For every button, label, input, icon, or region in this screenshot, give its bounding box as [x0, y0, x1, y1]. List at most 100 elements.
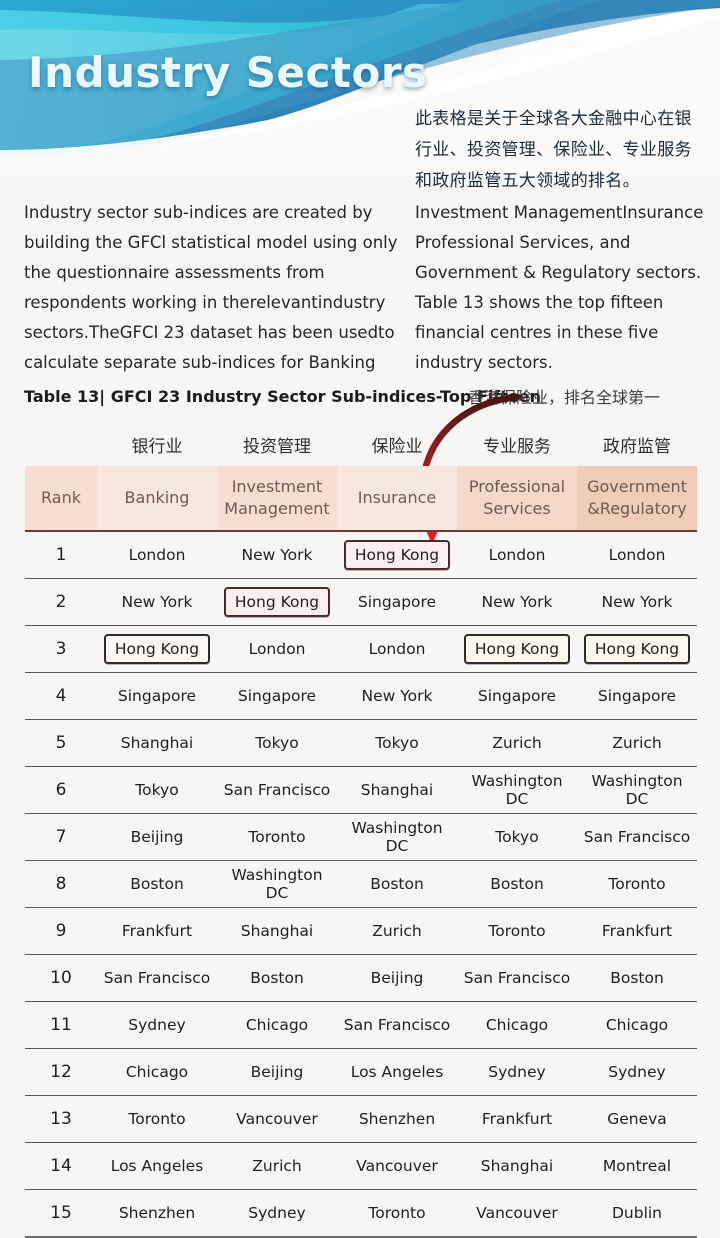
table-row: 2 New York Hong Kong Singapore New York New Y… [25, 578, 697, 626]
cn-header-investment-management: 投资管理 [243, 437, 311, 457]
page-title: Industry Sectors [28, 48, 428, 97]
table-cell: Frankfurt [97, 907, 217, 955]
table-cell: Boston [337, 860, 457, 908]
table-cell: Zurich [577, 719, 697, 767]
table-cell: Washington DC [577, 766, 697, 814]
table-row: 11 Sydney Chicago San Francisco Chicago Chica… [25, 1001, 697, 1049]
table-cell: Vancouver [337, 1142, 457, 1190]
table-cell: Shanghai [457, 1142, 577, 1190]
table-caption: Table 13| GFCI 23 Industry Sector Sub-in… [24, 387, 541, 406]
table-cell: New York [457, 578, 577, 626]
table-cell: New York [97, 578, 217, 626]
table-chinese-header-row: 银行业 投资管理 保险业 专业服务 政府监管 [25, 432, 697, 466]
table-cell: Tokyo [337, 719, 457, 767]
header-banking: Banking [97, 466, 217, 530]
table-cell: Zurich [457, 719, 577, 767]
table-body: 1 London New York Hong Kong London London 2 New… [25, 532, 697, 1238]
table-cell: Frankfurt [457, 1095, 577, 1143]
rank-cell: 14 [25, 1142, 97, 1190]
table-cell: Singapore [337, 578, 457, 626]
table-cell: Shanghai [217, 907, 337, 955]
table-cell: London [97, 532, 217, 579]
table-cell: Toronto [577, 860, 697, 908]
table-cell: Singapore [97, 672, 217, 720]
table-cell: Chicago [97, 1048, 217, 1096]
gfci-table-container: 银行业 投资管理 保险业 专业服务 政府监管 Rank Banking Inve… [25, 432, 697, 1238]
table-cell: Frankfurt [577, 907, 697, 955]
table-cell: Singapore [217, 672, 337, 720]
highlight-box: Hong Kong [343, 540, 451, 570]
table-cell: Beijing [97, 813, 217, 861]
paragraph-right: Investment ManagementInsurance Professio… [415, 203, 704, 372]
rank-cell: 9 [25, 907, 97, 955]
table-cell: San Francisco [337, 1001, 457, 1049]
cn-header-banking: 银行业 [131, 437, 183, 457]
table-cell: Montreal [577, 1142, 697, 1190]
table-cell: Los Angeles [97, 1142, 217, 1190]
table-cell: Sydney [577, 1048, 697, 1096]
table-cell: Shenzhen [97, 1189, 217, 1238]
highlighted-cell: Hong Kong [97, 625, 217, 673]
table-cell: Shanghai [97, 719, 217, 767]
header-investment-management: Investment Management [217, 466, 337, 530]
table-row: 10 San Francisco Boston Beijing San Francisc… [25, 954, 697, 1002]
table-cell: Washington DC [337, 813, 457, 861]
table-cell: Dublin [577, 1189, 697, 1238]
table-row: 4 Singapore Singapore New York Singapore Sing… [25, 672, 697, 720]
rank-cell: 6 [25, 766, 97, 814]
table-cell: London [337, 625, 457, 673]
table-cell: New York [217, 532, 337, 579]
table-cell: Boston [217, 954, 337, 1002]
table-row: 5 Shanghai Tokyo Tokyo Zurich Zurich [25, 719, 697, 767]
annotation-label: 香港保险业，排名全球第一 [468, 388, 661, 407]
rank-cell: 8 [25, 860, 97, 908]
table-cell: Sydney [217, 1189, 337, 1238]
header-insurance: Insurance [337, 466, 457, 530]
table-cell: Toronto [97, 1095, 217, 1143]
gfci-table: 银行业 投资管理 保险业 专业服务 政府监管 Rank Banking Inve… [25, 432, 697, 1238]
table-cell: Beijing [217, 1048, 337, 1096]
table-cell: Toronto [337, 1189, 457, 1238]
highlight-box: Hong Kong [583, 634, 691, 664]
rank-cell: 11 [25, 1001, 97, 1049]
table-cell: Chicago [457, 1001, 577, 1049]
table-cell: Vancouver [457, 1189, 577, 1238]
rank-cell: 5 [25, 719, 97, 767]
table-cell: Singapore [577, 672, 697, 720]
table-cell: Tokyo [217, 719, 337, 767]
highlight-box: Hong Kong [223, 587, 331, 617]
table-cell: Boston [577, 954, 697, 1002]
cn-header-insurance: 保险业 [371, 437, 423, 457]
rank-cell: 7 [25, 813, 97, 861]
chinese-intro-text: 此表格是关于全球各大金融中心在银行业、投资管理、保险业、专业服务和政府监管五大领… [415, 109, 692, 191]
table-row: 3 Hong Kong London London Hong Kong Hong Kong [25, 625, 697, 673]
table-row: 9 Frankfurt Shanghai Zurich Toronto Frankfurt [25, 907, 697, 955]
table-cell: Toronto [457, 907, 577, 955]
rank-cell: 12 [25, 1048, 97, 1096]
rank-cell: 3 [25, 625, 97, 673]
table-cell: New York [337, 672, 457, 720]
rank-cell: 1 [25, 532, 97, 579]
table-cell: Toronto [217, 813, 337, 861]
table-cell: Tokyo [97, 766, 217, 814]
table-header-row: Rank Banking Investment Management Insur… [25, 466, 697, 530]
table-row: 6 Tokyo San Francisco Shanghai Washington DC… [25, 766, 697, 814]
table-cell: Vancouver [217, 1095, 337, 1143]
highlighted-cell: Hong Kong [457, 625, 577, 673]
table-cell: Geneva [577, 1095, 697, 1143]
cn-header-professional-services: 专业服务 [483, 437, 551, 457]
header-rank: Rank [25, 466, 97, 530]
cn-header-rank [25, 432, 97, 466]
table-cell: Washington DC [457, 766, 577, 814]
table-cell: New York [577, 578, 697, 626]
table-cell: San Francisco [217, 766, 337, 814]
rank-cell: 2 [25, 578, 97, 626]
table-cell: Washington DC [217, 860, 337, 908]
table-cell: Shenzhen [337, 1095, 457, 1143]
table-cell: Chicago [217, 1001, 337, 1049]
cn-header-government-regulatory: 政府监管 [603, 437, 671, 457]
table-cell: London [457, 532, 577, 579]
table-cell: Zurich [337, 907, 457, 955]
table-cell: Sydney [457, 1048, 577, 1096]
table-cell: London [217, 625, 337, 673]
